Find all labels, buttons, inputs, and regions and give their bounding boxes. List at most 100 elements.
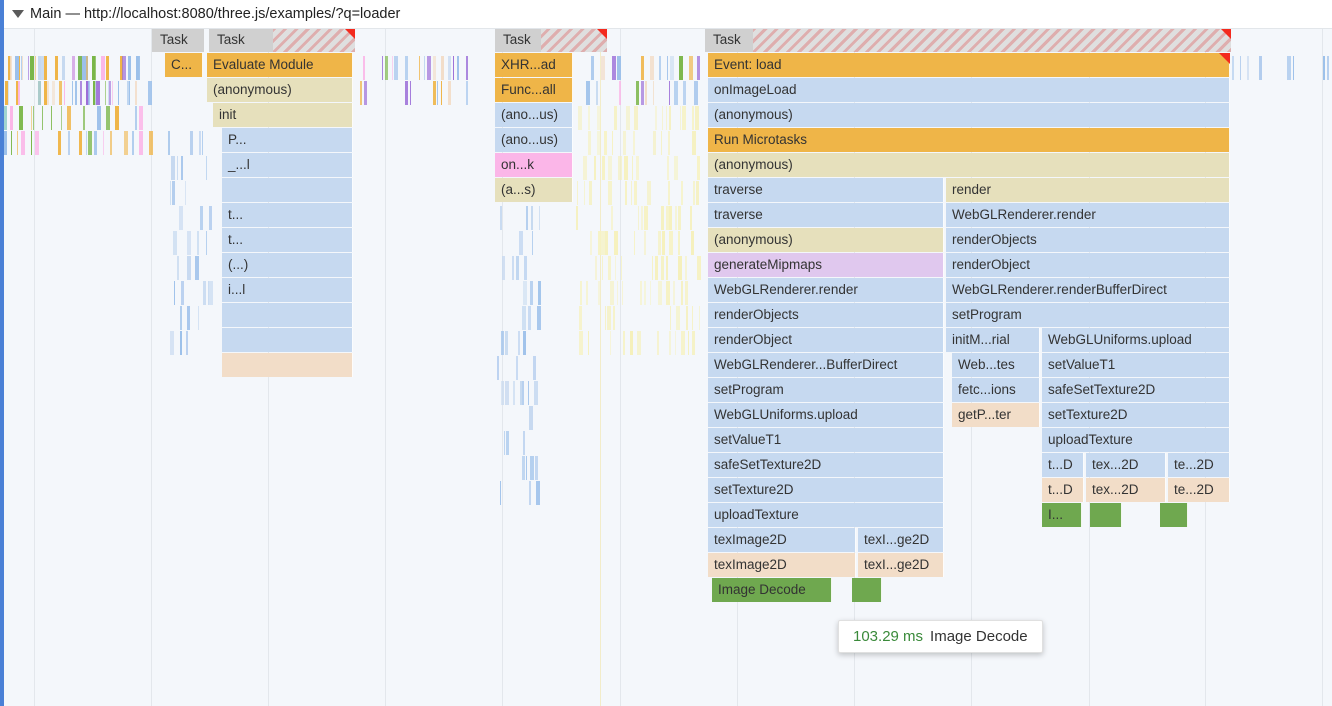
micro-event-bar[interactable] [650, 56, 655, 80]
micro-event-bar[interactable] [93, 131, 97, 155]
micro-event-bar[interactable] [205, 231, 207, 255]
micro-event-bar[interactable] [132, 131, 135, 155]
flame-bar-webglrenderer-renderbufferdirect[interactable]: WebGLRenderer.renderBufferDirect [946, 278, 1230, 302]
micro-event-bar[interactable] [172, 231, 177, 255]
micro-event-bar[interactable] [590, 56, 594, 80]
flame-bar-setvaluet1[interactable]: setValueT1 [1042, 353, 1230, 377]
micro-event-bar[interactable] [134, 106, 137, 130]
micro-event-bar[interactable] [633, 106, 638, 130]
micro-event-bar[interactable] [37, 81, 41, 105]
flame-bar-webglrenderer-render[interactable]: WebGLRenderer.render [946, 203, 1230, 227]
micro-event-bar[interactable] [180, 281, 184, 305]
flame-bar-anonymous[interactable]: (anonymous) [708, 228, 944, 252]
micro-event-bar[interactable] [4, 131, 7, 155]
micro-event-bar[interactable] [676, 306, 681, 330]
micro-event-bar[interactable] [533, 381, 538, 405]
micro-event-bar[interactable] [670, 306, 671, 330]
micro-event-bar[interactable] [206, 156, 208, 180]
flame-bar-run-microtasks[interactable]: Run Microtasks [708, 128, 1230, 152]
micro-event-bar[interactable] [697, 256, 702, 280]
micro-event-bar[interactable] [50, 106, 52, 130]
micro-event-bar[interactable] [30, 106, 32, 130]
micro-event-bar[interactable] [504, 381, 509, 405]
micro-event-bar[interactable] [668, 131, 671, 155]
flame-bar-getp-ter[interactable]: getP...ter [952, 403, 1040, 427]
flame-bar-t-d[interactable]: t...D [1042, 453, 1084, 477]
flame-bar-func-all[interactable]: Func...all [495, 78, 573, 102]
flame-bar-t[interactable]: t... [222, 203, 353, 227]
micro-event-bar[interactable] [512, 256, 514, 280]
micro-event-bar[interactable] [616, 281, 618, 305]
micro-event-bar[interactable] [532, 231, 534, 255]
micro-event-bar[interactable] [586, 281, 589, 305]
micro-event-bar[interactable] [669, 106, 672, 130]
micro-event-bar[interactable] [22, 56, 23, 80]
micro-event-bar[interactable] [622, 331, 625, 355]
flame-bar-p[interactable]: P... [222, 128, 353, 152]
micro-event-bar[interactable] [71, 81, 73, 105]
micro-event-bar[interactable] [1322, 56, 1325, 80]
long-task-bar[interactable] [273, 28, 355, 52]
micro-event-bar[interactable] [528, 481, 531, 505]
micro-event-bar[interactable] [578, 306, 582, 330]
micro-event-bar[interactable] [404, 56, 408, 80]
micro-event-bar[interactable] [699, 306, 701, 330]
micro-event-bar[interactable] [624, 181, 627, 205]
micro-event-bar[interactable] [607, 181, 612, 205]
micro-event-bar[interactable] [577, 181, 579, 205]
flame-bar-anonymous[interactable]: (anonymous) [207, 78, 353, 102]
micro-event-bar[interactable] [59, 81, 63, 105]
task-bar[interactable]: Task [495, 28, 541, 52]
micro-event-bar[interactable] [682, 106, 687, 130]
micro-event-bar[interactable] [669, 81, 671, 105]
micro-event-bar[interactable] [505, 331, 509, 355]
micro-event-bar[interactable] [102, 131, 104, 155]
micro-event-bar[interactable] [170, 156, 175, 180]
micro-event-bar[interactable] [691, 231, 695, 255]
micro-event-bar[interactable] [436, 81, 438, 105]
micro-event-bar[interactable] [526, 206, 529, 230]
micro-event-bar[interactable] [655, 256, 658, 280]
micro-event-bar[interactable] [684, 256, 687, 280]
flame-bar-te-2d[interactable]: te...2D [1168, 453, 1230, 477]
micro-event-bar[interactable] [596, 131, 600, 155]
micro-event-bar[interactable] [528, 406, 533, 430]
flame-bar-traverse[interactable]: traverse [708, 178, 944, 202]
flame-bar-settexture2d[interactable]: setTexture2D [708, 478, 944, 502]
micro-event-bar[interactable] [360, 81, 363, 105]
micro-event-bar[interactable] [75, 81, 77, 105]
flame-bar-on-k[interactable]: on...k [495, 153, 573, 177]
micro-event-bar[interactable] [190, 131, 193, 155]
micro-event-bar[interactable] [55, 56, 58, 80]
micro-event-bar[interactable] [536, 306, 541, 330]
micro-event-bar[interactable] [66, 106, 71, 130]
micro-event-bar[interactable] [640, 281, 642, 305]
micro-event-bar[interactable] [631, 181, 633, 205]
triangle-down-icon[interactable] [12, 10, 24, 18]
micro-event-bar[interactable] [64, 81, 66, 105]
micro-event-bar[interactable] [41, 56, 45, 80]
micro-event-bar[interactable] [432, 81, 436, 105]
flame-bar-render[interactable]: render [946, 178, 1230, 202]
micro-event-bar[interactable] [501, 256, 505, 280]
micro-event-bar[interactable] [363, 81, 367, 105]
micro-event-bar[interactable] [669, 331, 672, 355]
micro-event-bar[interactable] [668, 231, 673, 255]
micro-event-bar[interactable] [613, 231, 618, 255]
micro-event-bar[interactable] [15, 56, 20, 80]
micro-event-bar[interactable] [499, 206, 502, 230]
micro-event-bar[interactable] [1232, 56, 1235, 80]
flame-bar-webglrenderer-render[interactable]: WebGLRenderer.render [708, 278, 944, 302]
micro-event-bar[interactable] [10, 106, 13, 130]
micro-event-bar[interactable] [576, 206, 579, 230]
micro-event-bar[interactable] [203, 281, 207, 305]
micro-event-bar[interactable] [614, 106, 618, 130]
flame-bar-uploadtexture[interactable]: uploadTexture [1042, 428, 1230, 452]
micro-event-bar[interactable] [623, 131, 627, 155]
micro-event-bar[interactable] [448, 56, 451, 80]
micro-event-bar[interactable] [1247, 56, 1250, 80]
micro-event-bar[interactable] [519, 381, 522, 405]
flame-bar[interactable] [222, 178, 353, 202]
micro-event-bar[interactable] [536, 481, 541, 505]
micro-event-bar[interactable] [666, 156, 669, 180]
